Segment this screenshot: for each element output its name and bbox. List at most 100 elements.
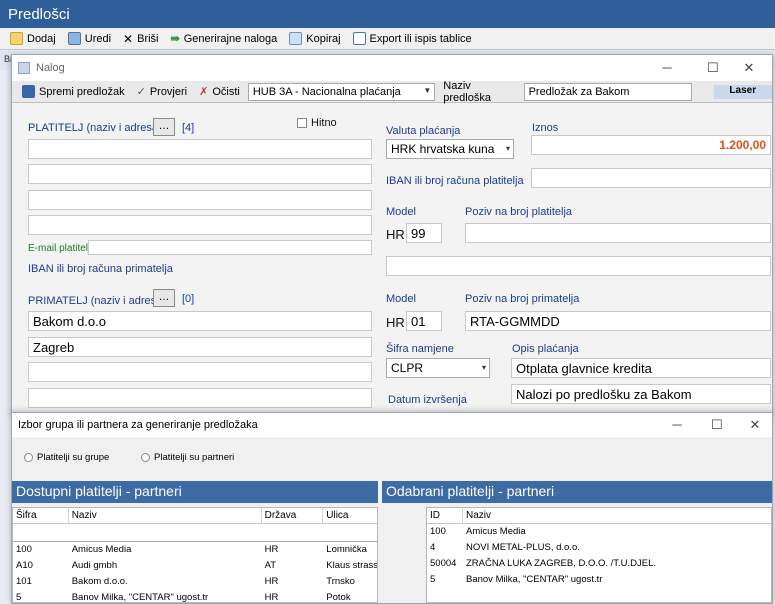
- table-row[interactable]: 5 Banov Milka, "CENTAR" ugost.tr: [427, 572, 771, 588]
- copy-icon: [289, 32, 303, 45]
- right-panel-header: Odabrani platitelji - partneri: [382, 481, 772, 503]
- email-input[interactable]: [88, 240, 372, 255]
- clear-icon: ✗: [199, 86, 209, 98]
- platitelj-line-2[interactable]: [28, 164, 372, 184]
- radio-circle-icon: [141, 452, 150, 462]
- left-panel-header: Dostupni platitelji - partneri: [12, 481, 378, 503]
- generate-icon: ⇛: [170, 33, 180, 45]
- email-label: E-mail platitelja: [28, 243, 96, 254]
- column-header[interactable]: Šifra: [13, 508, 69, 523]
- nalog-title: Nalog: [36, 62, 65, 74]
- primatelj-line-3[interactable]: [28, 362, 372, 382]
- available-grid: Šifra Naziv Država Ulica 100 Amicus Media…: [12, 507, 378, 603]
- primatelj-count: [0]: [182, 293, 195, 305]
- table-row[interactable]: 50004 ZRAČNA LUKA ZAGREB, D.O.O. /T.U.DJE…: [427, 556, 771, 572]
- export-button[interactable]: Export ili ispis tablice: [347, 29, 478, 49]
- maximize-button[interactable]: ☐: [702, 416, 732, 434]
- iban-primatelj-input[interactable]: [386, 256, 771, 276]
- selected-grid: ID Naziv 100 Amicus Media 4 NOVI METAL-PLU…: [426, 507, 772, 603]
- primatelj-line-1[interactable]: Bakom d.o.o: [28, 311, 372, 331]
- model-platitelj-label: Model: [386, 206, 416, 218]
- primatelj-lookup-button[interactable]: …: [153, 289, 175, 307]
- chevron-down-icon: ▼: [423, 85, 432, 95]
- sifra-label: Šifra namjene: [386, 343, 454, 355]
- iznos-input[interactable]: 1.200,00: [531, 135, 771, 155]
- minimize-button[interactable]: ─: [662, 416, 692, 434]
- column-header[interactable]: Država: [262, 508, 324, 523]
- iban-platitelj-label: IBAN ili broj računa platitelja: [386, 175, 524, 187]
- nalog-toolbar: Spremi predložak ✓ Provjeri ✗ Očisti HUB 3…: [12, 79, 772, 104]
- copy-button[interactable]: Kopiraj: [283, 29, 346, 49]
- check-icon: ✓: [136, 86, 146, 98]
- close-button[interactable]: ✕: [734, 59, 764, 77]
- model-primatelj-label: Model: [386, 293, 416, 305]
- column-header[interactable]: Naziv: [69, 508, 262, 523]
- close-button[interactable]: ✕: [740, 416, 770, 434]
- column-header[interactable]: Ulica: [323, 508, 377, 523]
- model-primatelj-prefix: HR: [386, 315, 405, 330]
- hitno-label: Hitno: [311, 117, 337, 129]
- opis-input[interactable]: Otplata glavnice kredita: [511, 358, 771, 378]
- opis-label: Opis plaćanja: [512, 343, 579, 355]
- platitelj-line-1[interactable]: [28, 139, 372, 159]
- add-icon: [10, 32, 23, 45]
- platitelj-count: [4]: [182, 122, 195, 134]
- nalog-window: Nalog ─ ☐ ✕ Spremi predložak ✓ Provjeri ✗…: [11, 54, 773, 414]
- minimize-button[interactable]: ─: [652, 59, 682, 77]
- column-header[interactable]: Naziv: [463, 508, 769, 523]
- table-row[interactable]: 100 Amicus Media HR Lomnička: [13, 542, 377, 558]
- izbor-titlebar: Izbor grupa ili partnera za generiranje …: [12, 413, 772, 437]
- template-name-input[interactable]: Predložak za Bakom: [523, 82, 692, 101]
- edit-icon: [67, 32, 81, 45]
- platitelj-line-3[interactable]: [28, 190, 372, 210]
- delete-button[interactable]: ✕ Briši: [117, 29, 164, 49]
- template-name-label: Naziv predloška: [443, 79, 491, 104]
- column-header[interactable]: ID: [427, 508, 463, 523]
- table-row[interactable]: 5 Banov Milka, "CENTAR" ugost.tr HR Potok: [13, 590, 377, 602]
- model-platitelj-input[interactable]: 99: [406, 223, 442, 243]
- check-button[interactable]: ✓ Provjeri: [131, 82, 194, 102]
- table-row[interactable]: 4 NOVI METAL-PLUS, d.o.o.: [427, 540, 771, 556]
- nalog-titlebar: Nalog ─ ☐ ✕: [12, 55, 772, 81]
- table-row[interactable]: 100 Amicus Media: [427, 524, 771, 540]
- selected-grid-header: ID Naziv: [427, 508, 771, 524]
- available-grid-header: Šifra Naziv Država Ulica: [13, 508, 377, 524]
- iznos-label: Iznos: [532, 122, 559, 134]
- model-primatelj-input[interactable]: 01: [406, 311, 442, 331]
- add-button[interactable]: Dodaj: [4, 29, 62, 49]
- iban-platitelj-input[interactable]: [531, 168, 771, 188]
- chevron-down-icon: ▾: [505, 144, 510, 153]
- poziv-primatelj-input[interactable]: RTA-GGMMDD: [465, 311, 771, 331]
- table-icon: [352, 32, 366, 45]
- save-template-button[interactable]: Spremi predložak: [16, 82, 131, 102]
- opis2-input[interactable]: Nalozi po predlošku za Bakom: [511, 384, 771, 404]
- datum-label: Datum izvršenja: [388, 394, 467, 406]
- payment-type-select[interactable]: HUB 3A - Nacionalna plaćanja ▼: [247, 82, 436, 101]
- filter-row[interactable]: [13, 524, 377, 542]
- app-icon: [18, 62, 30, 74]
- primatelj-line-4[interactable]: [28, 388, 372, 408]
- generate-button[interactable]: ⇛ Generirajne naloga: [165, 29, 284, 49]
- model-platitelj-prefix: HR: [386, 227, 405, 242]
- clear-button[interactable]: ✗ Očisti: [193, 82, 246, 102]
- poziv-platitelj-input[interactable]: [465, 223, 771, 243]
- valuta-select[interactable]: HRK hrvatska kuna ▾: [386, 139, 514, 159]
- hitno-checkbox[interactable]: [297, 118, 307, 128]
- laser-button[interactable]: Laser: [713, 84, 772, 99]
- table-row[interactable]: 101 Bakom d.o.o. HR Trnsko: [13, 574, 377, 590]
- sifra-select[interactable]: CLPR ▾: [386, 358, 490, 378]
- radio-partners[interactable]: Platitelji su partneri: [141, 452, 234, 463]
- edit-button[interactable]: Uredi: [62, 29, 117, 49]
- izbor-window: Izbor grupa ili partnera za generiranje …: [11, 412, 773, 604]
- poziv-primatelj-label: Poziv na broj primatelja: [465, 293, 580, 305]
- radio-groups[interactable]: Platitelji su grupe: [24, 452, 109, 463]
- valuta-label: Valuta plaćanja: [386, 125, 461, 137]
- delete-icon: ✕: [123, 31, 134, 46]
- primatelj-line-2[interactable]: Zagreb: [28, 337, 372, 357]
- primatelj-label: PRIMATELJ (naziv i adresa): [28, 295, 166, 307]
- table-row[interactable]: A10Audi gmbhATKlaus strasse: [13, 558, 377, 574]
- maximize-button[interactable]: ☐: [698, 59, 728, 77]
- poziv-platitelj-label: Poziv na broj platitelja: [465, 206, 573, 218]
- platitelj-line-4[interactable]: [28, 215, 372, 235]
- platitelj-lookup-button[interactable]: …: [153, 118, 175, 136]
